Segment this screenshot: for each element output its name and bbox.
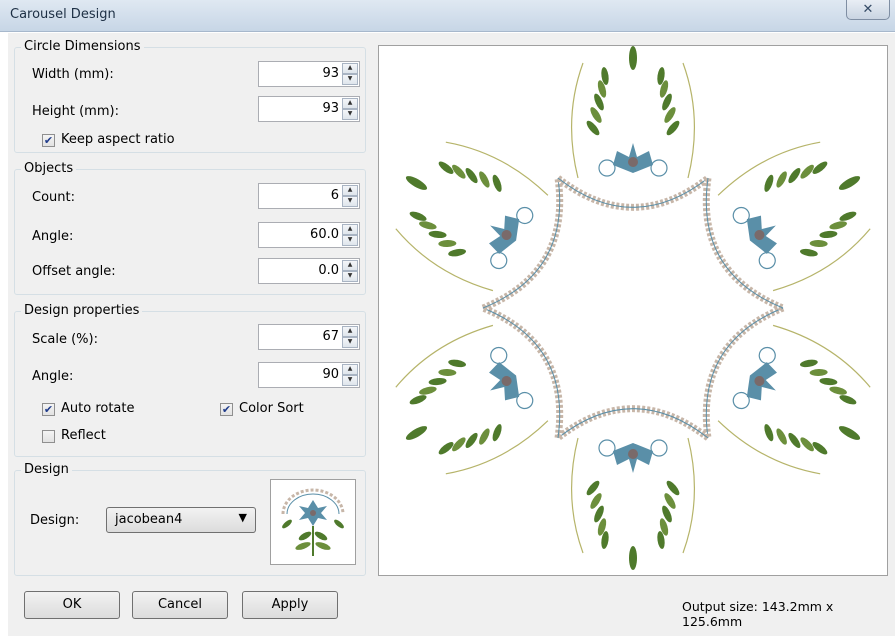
- arrow-down-icon[interactable]: ▼: [342, 271, 358, 282]
- offset-angle-label: Offset angle:: [32, 264, 116, 279]
- width-spinner[interactable]: 93 ▲ ▼: [258, 61, 360, 87]
- offset-angle-spinner[interactable]: 0.0 ▲ ▼: [258, 258, 360, 284]
- title-bar: Carousel Design ✕: [0, 0, 895, 32]
- window-title: Carousel Design: [10, 7, 116, 22]
- width-value[interactable]: 93: [322, 66, 339, 81]
- auto-rotate-checkbox[interactable]: ✔: [42, 403, 55, 416]
- height-label: Height (mm):: [32, 104, 119, 119]
- design-label: Design:: [30, 513, 80, 528]
- design-angle-label: Angle:: [32, 369, 74, 384]
- design-thumbnail: [270, 479, 356, 565]
- apply-button[interactable]: Apply: [242, 591, 338, 619]
- height-spinner[interactable]: 93 ▲ ▼: [258, 96, 360, 122]
- design-select-value[interactable]: jacobean4: [115, 512, 182, 527]
- arrow-up-icon[interactable]: ▲: [342, 364, 358, 375]
- carousel-preview-image: [395, 46, 871, 570]
- count-label: Count:: [32, 190, 75, 205]
- scale-spinner[interactable]: 67 ▲ ▼: [258, 324, 360, 350]
- arrow-up-icon[interactable]: ▲: [342, 185, 358, 196]
- arrow-down-icon[interactable]: ▼: [342, 74, 358, 85]
- scale-label: Scale (%):: [32, 332, 98, 347]
- arrow-down-icon[interactable]: ▼: [342, 109, 358, 120]
- arrow-up-icon[interactable]: ▲: [342, 98, 358, 109]
- angle-label: Angle:: [32, 229, 74, 244]
- carousel-motif: [395, 141, 549, 292]
- arrow-down-icon[interactable]: ▼: [342, 196, 358, 207]
- jacobean-thumbnail-image: [281, 488, 345, 556]
- design-title: Design: [21, 462, 72, 478]
- close-icon: ✕: [862, 2, 874, 17]
- carousel-motif: [395, 324, 549, 475]
- color-sort-label: Color Sort: [239, 401, 304, 416]
- keep-aspect-label: Keep aspect ratio: [61, 132, 175, 147]
- design-preview: [378, 45, 888, 576]
- arrow-down-icon[interactable]: ▼: [342, 235, 358, 246]
- offset-angle-value[interactable]: 0.0: [318, 263, 339, 278]
- reflect-checkbox[interactable]: [42, 430, 55, 443]
- ok-button[interactable]: OK: [24, 591, 120, 619]
- keep-aspect-checkbox[interactable]: ✔: [42, 134, 55, 147]
- carousel-motif: [717, 141, 871, 292]
- angle-spinner[interactable]: 60.0 ▲ ▼: [258, 222, 360, 248]
- design-properties-title: Design properties: [21, 303, 143, 319]
- arrow-up-icon[interactable]: ▲: [342, 326, 358, 337]
- carousel-motif: [570, 437, 696, 570]
- arrow-up-icon[interactable]: ▲: [342, 260, 358, 271]
- cancel-button[interactable]: Cancel: [132, 591, 228, 619]
- output-size-text: Output size: 143.2mm x 125.6mm: [682, 599, 834, 629]
- angle-value[interactable]: 60.0: [310, 227, 339, 242]
- design-angle-value[interactable]: 90: [322, 367, 339, 382]
- design-select[interactable]: jacobean4 ▼: [106, 507, 256, 533]
- color-sort-checkbox[interactable]: ✔: [220, 403, 233, 416]
- arrow-down-icon[interactable]: ▼: [342, 375, 358, 386]
- reflect-label: Reflect: [61, 428, 106, 443]
- count-spinner[interactable]: 6 ▲ ▼: [258, 183, 360, 209]
- objects-title: Objects: [21, 161, 77, 177]
- chevron-down-icon[interactable]: ▼: [239, 511, 247, 524]
- arrow-up-icon[interactable]: ▲: [342, 224, 358, 235]
- circle-dimensions-title: Circle Dimensions: [21, 39, 144, 55]
- dialog-client: Circle Dimensions Width (mm): 93 ▲ ▼ Heig…: [8, 33, 895, 636]
- auto-rotate-label: Auto rotate: [61, 401, 135, 416]
- count-value[interactable]: 6: [331, 188, 339, 203]
- arrow-down-icon[interactable]: ▼: [342, 337, 358, 348]
- scale-value[interactable]: 67: [322, 329, 339, 344]
- height-value[interactable]: 93: [322, 101, 339, 116]
- carousel-motif: [570, 46, 696, 179]
- width-label: Width (mm):: [32, 67, 114, 82]
- design-angle-spinner[interactable]: 90 ▲ ▼: [258, 362, 360, 388]
- close-button[interactable]: ✕: [846, 0, 890, 20]
- arrow-up-icon[interactable]: ▲: [342, 63, 358, 74]
- carousel-motif: [717, 324, 871, 475]
